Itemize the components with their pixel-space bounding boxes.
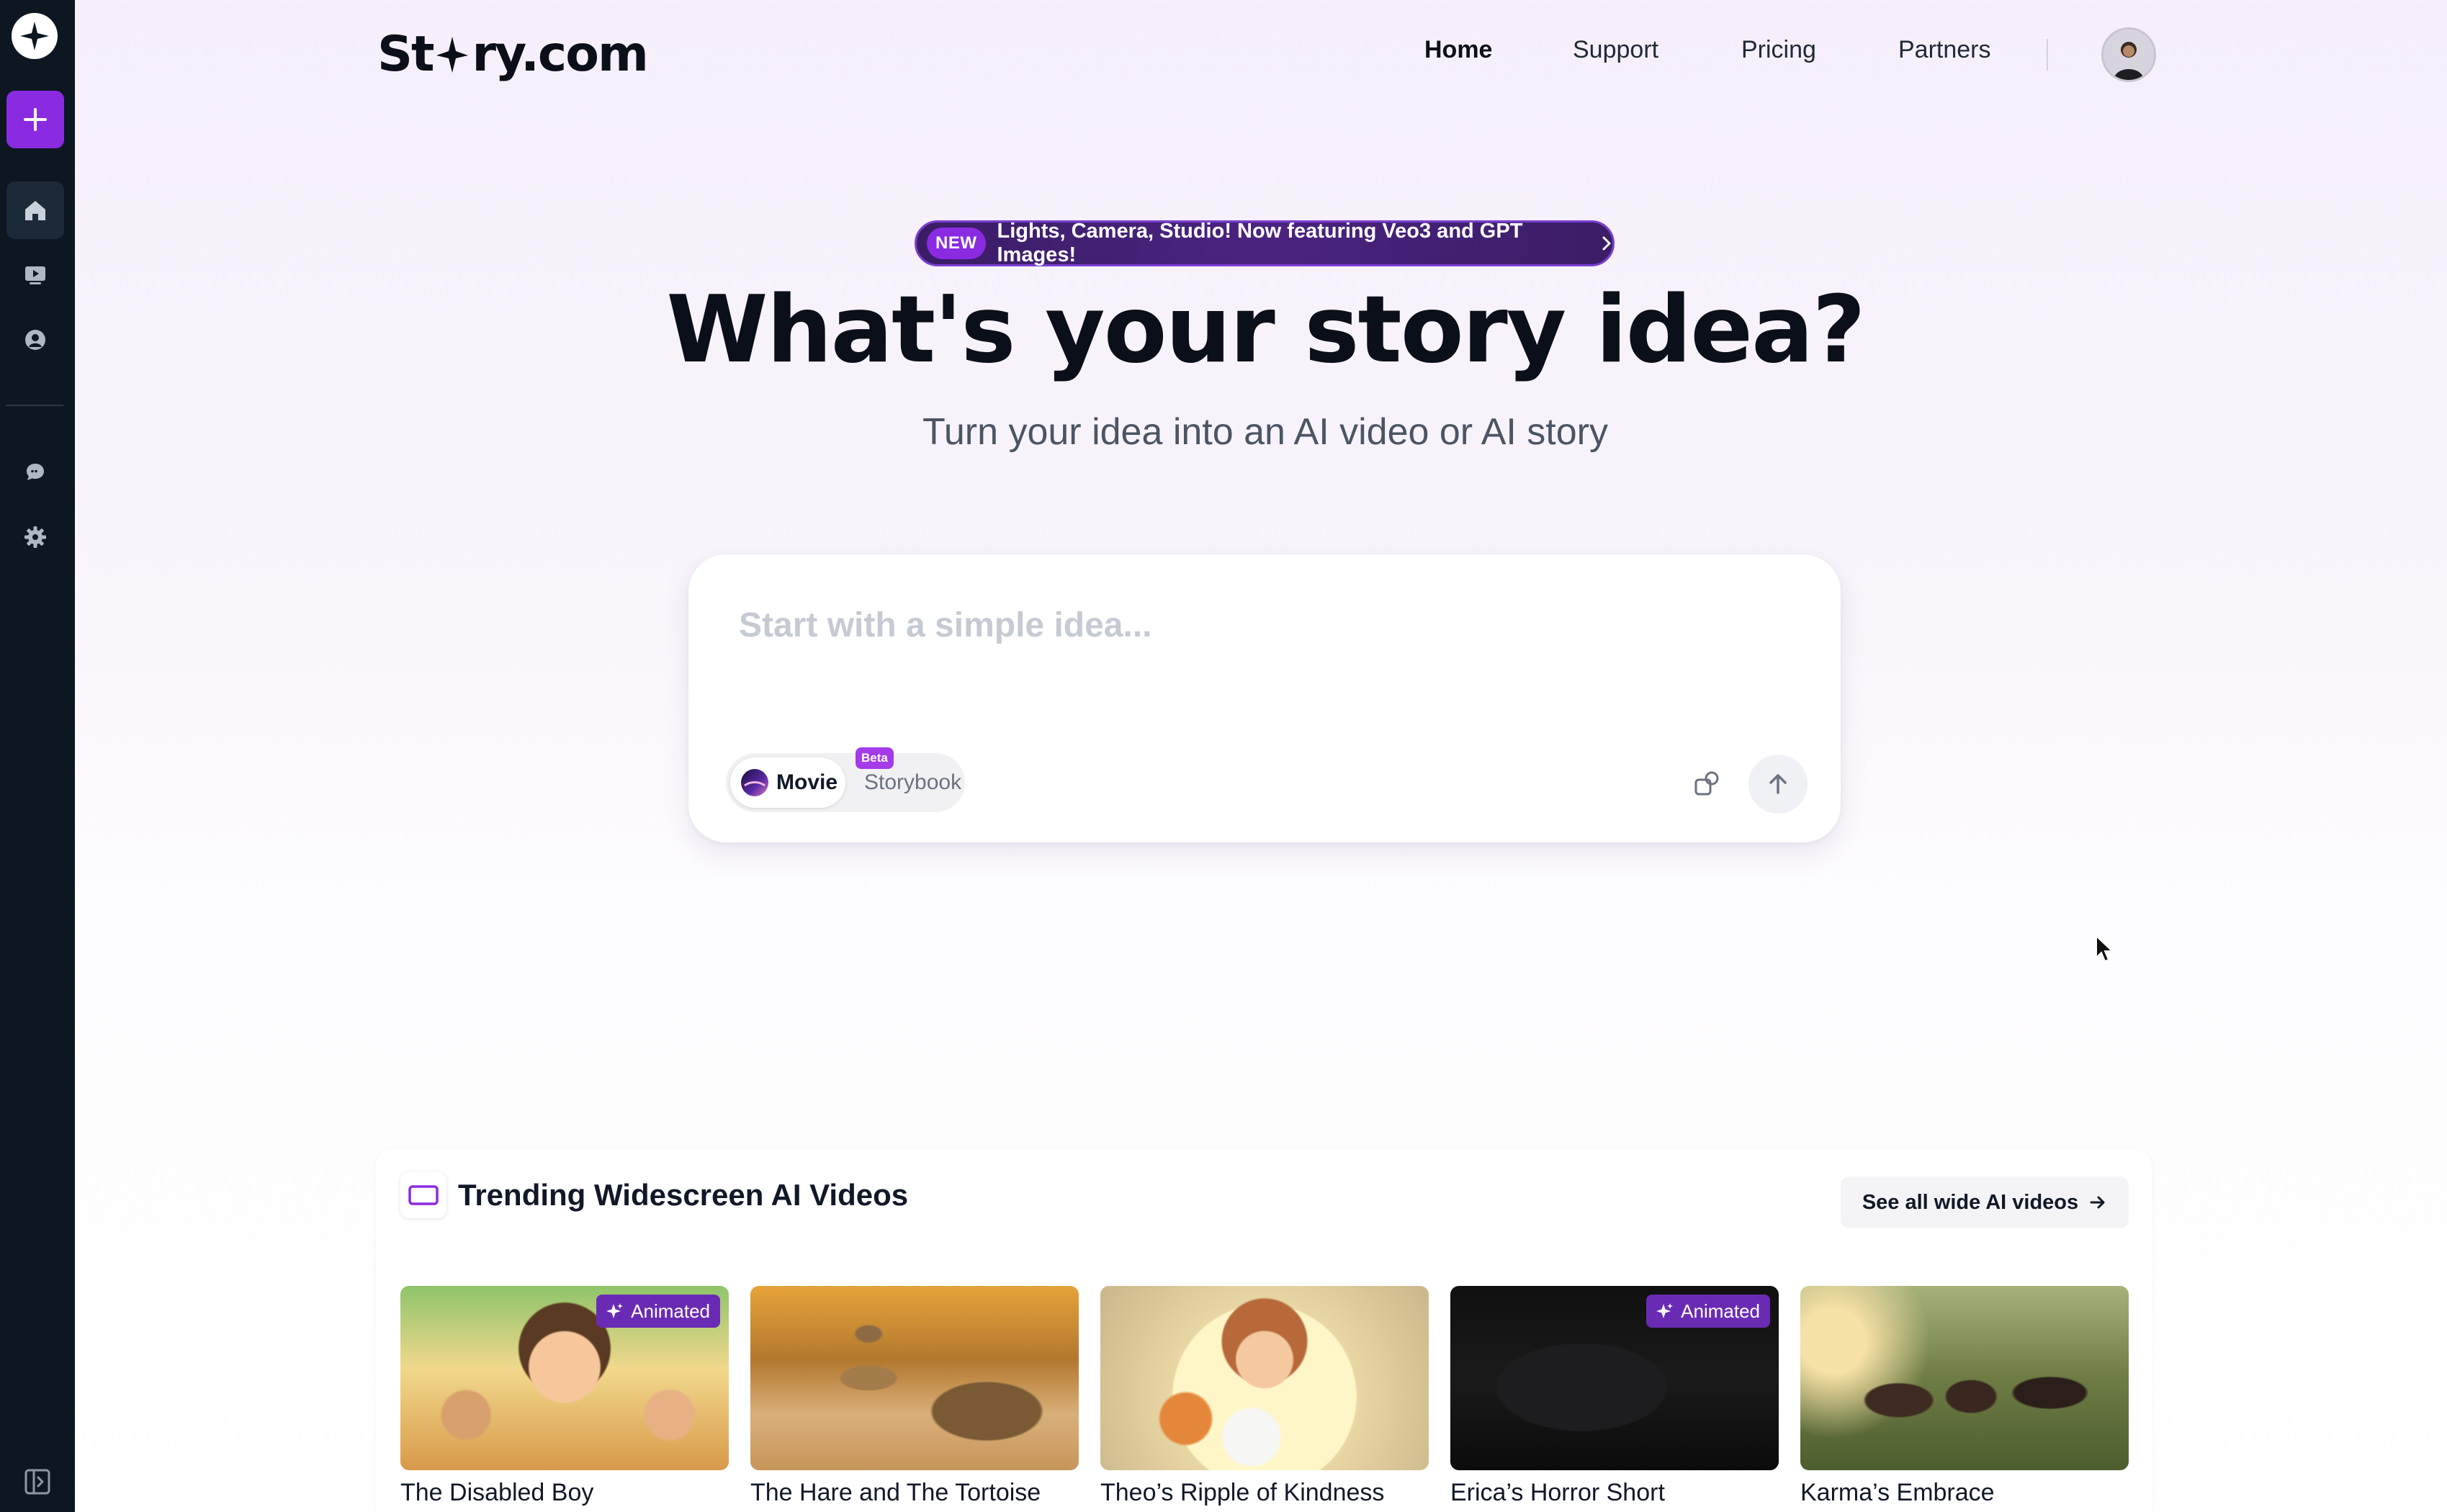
see-all-videos-button[interactable]: See all wide AI videos <box>1841 1176 2129 1228</box>
video-card[interactable]: Theo’s Ripple of Kindness <box>1100 1286 1429 1512</box>
widescreen-icon <box>400 1172 446 1218</box>
trending-title: Trending Widescreen AI Videos <box>458 1178 909 1212</box>
sidebar-toggle-button[interactable] <box>22 1466 53 1498</box>
user-avatar[interactable] <box>2101 27 2156 82</box>
video-title[interactable]: The Disabled Boy <box>400 1479 593 1507</box>
sparkle-icon <box>606 1302 624 1320</box>
video-title[interactable]: Erica’s Horror Short <box>1450 1479 1665 1507</box>
sidebar-divider <box>6 405 63 406</box>
arrow-right-icon <box>2088 1193 2107 1212</box>
mode-movie-button[interactable]: Movie <box>730 757 845 808</box>
brand-logo[interactable]: St ry.com <box>377 23 649 85</box>
mode-storybook-label: Storybook <box>864 770 962 794</box>
plus-icon <box>24 108 47 131</box>
nav-pricing[interactable]: Pricing <box>1741 36 1816 64</box>
video-card[interactable]: The Hare and The Tortoise <box>750 1286 1079 1512</box>
video-title[interactable]: Karma’s Embrace <box>1800 1479 1995 1507</box>
video-thumbnail[interactable] <box>1100 1286 1429 1470</box>
chat-icon <box>27 464 44 480</box>
new-badge: NEW <box>927 228 986 259</box>
submit-button[interactable] <box>1748 755 1808 814</box>
sparkle-icon <box>1656 1302 1674 1320</box>
trending-section: Trending Widescreen AI Videos See all wi… <box>376 1149 2152 1512</box>
nav-support[interactable]: Support <box>1573 36 1658 64</box>
video-card[interactable]: Animated The Disabled Boy <box>400 1286 729 1512</box>
idea-input[interactable] <box>739 589 1790 661</box>
see-all-label: See all wide AI videos <box>1862 1190 2079 1214</box>
sidebar-item-settings[interactable] <box>6 508 64 566</box>
mode-movie-label: Movie <box>776 770 838 794</box>
video-card[interactable]: Animated Erica’s Horror Short <box>1450 1286 1779 1512</box>
attach-button[interactable] <box>1688 765 1725 802</box>
prompt-card: Movie Beta Storybook <box>688 554 1841 842</box>
announcement-banner[interactable]: NEW Lights, Camera, Studio! Now featurin… <box>915 220 1615 266</box>
video-title[interactable]: Theo’s Ripple of Kindness <box>1100 1479 1384 1507</box>
brand-text-start: St <box>377 25 434 83</box>
video-card[interactable]: Karma’s Embrace <box>1800 1286 2129 1512</box>
video-thumbnail[interactable] <box>1800 1286 2129 1470</box>
animated-badge: Animated <box>1646 1295 1770 1328</box>
chevron-right-icon <box>1601 235 1612 251</box>
sidebar-item-home[interactable] <box>6 181 64 239</box>
sidebar-toggle-icon <box>24 1469 50 1495</box>
home-icon <box>25 201 45 220</box>
nav-home[interactable]: Home <box>1424 36 1492 64</box>
hero-subtitle: Turn your idea into an AI video or AI st… <box>922 411 1608 453</box>
new-story-button[interactable] <box>6 91 64 148</box>
announcement-text: Lights, Camera, Studio! Now featuring Ve… <box>997 220 1523 266</box>
mode-selector: Movie Beta Storybook <box>726 747 965 812</box>
mouse-cursor-icon <box>2096 935 2114 963</box>
left-sidebar <box>0 0 75 1512</box>
gear-icon <box>24 526 46 548</box>
video-title[interactable]: The Hare and The Tortoise <box>750 1479 1041 1507</box>
movie-icon <box>741 769 768 796</box>
nav-divider <box>2047 39 2048 71</box>
brand-star-icon <box>436 37 469 73</box>
mode-storybook-button[interactable]: Storybook <box>853 757 961 808</box>
animated-badge-label: Animated <box>1681 1300 1760 1322</box>
brand-text-end: ry.com <box>472 25 648 83</box>
arrow-up-icon <box>1769 774 1787 794</box>
animated-badge: Animated <box>596 1295 720 1328</box>
logo-icon[interactable] <box>12 13 58 59</box>
animated-badge-label: Animated <box>631 1300 710 1322</box>
video-thumbnail[interactable] <box>750 1286 1079 1470</box>
nav-partners[interactable]: Partners <box>1898 36 1991 64</box>
hero-title: What's your story idea? <box>666 276 1865 384</box>
shapes-icon <box>1694 771 1719 796</box>
